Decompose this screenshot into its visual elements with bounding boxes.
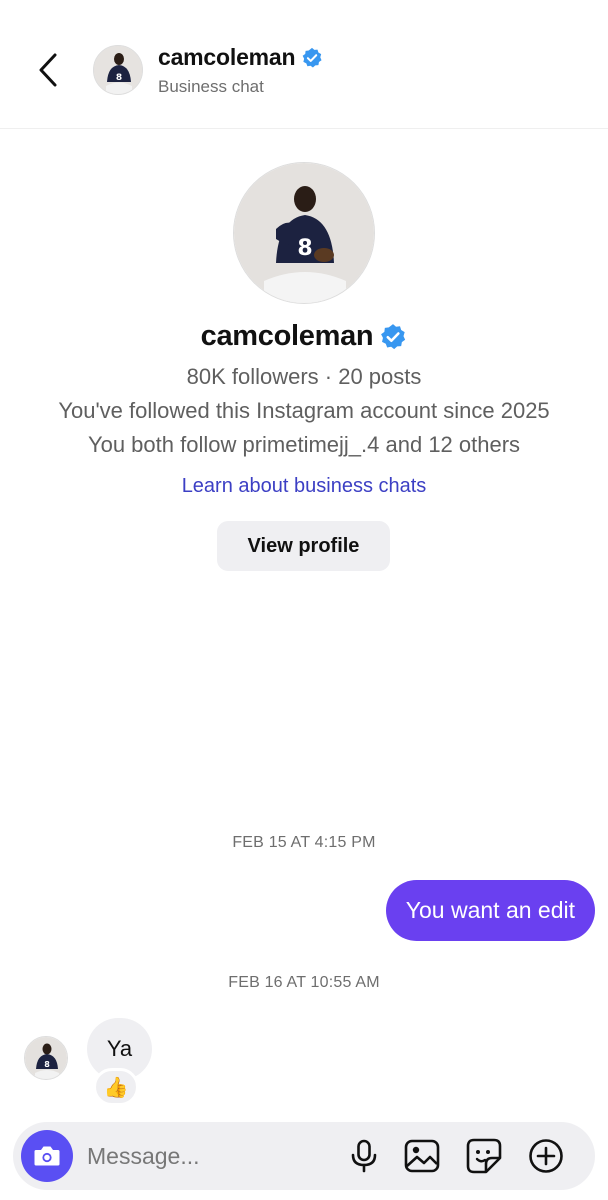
image-icon — [404, 1139, 440, 1173]
microphone-icon — [351, 1139, 377, 1173]
header-username[interactable]: camcoleman — [158, 44, 296, 71]
profile-follow-since: You've followed this Instagram account s… — [58, 398, 550, 423]
message-input[interactable] — [87, 1136, 337, 1176]
header-avatar[interactable]: 8 — [93, 45, 143, 95]
more-options-button[interactable] — [527, 1137, 565, 1175]
microphone-button[interactable] — [345, 1137, 383, 1175]
message-timestamp: FEB 15 AT 4:15 PM — [232, 834, 376, 851]
verified-badge-icon — [303, 47, 322, 68]
sticker-button[interactable] — [465, 1137, 503, 1175]
thumbs-up-reaction[interactable]: 👍 — [93, 1068, 139, 1106]
plus-circle-icon — [529, 1139, 563, 1173]
profile-mutuals: You both follow primetimejj_.4 and 12 ot… — [87, 432, 521, 457]
back-button[interactable] — [28, 48, 68, 92]
learn-business-chats-link[interactable]: Learn about business chats — [0, 475, 608, 498]
profile-stats: 80K followers · 20 posts — [186, 364, 422, 389]
view-profile-button[interactable]: View profile — [217, 521, 390, 571]
gallery-button[interactable] — [403, 1137, 441, 1175]
camera-button[interactable] — [21, 1130, 73, 1182]
sent-message-bubble[interactable]: You want an edit — [385, 880, 595, 941]
header-subtitle: Business chat — [158, 77, 264, 96]
profile-avatar[interactable]: 8 — [233, 162, 375, 304]
sender-avatar-jersey-number: 8 — [44, 1060, 50, 1069]
profile-username: camcoleman — [200, 320, 374, 352]
message-timestamp: FEB 16 AT 10:55 AM — [228, 974, 380, 991]
profile-jersey-number: 8 — [297, 236, 312, 261]
chat-header: 8 camcoleman Business chat — [0, 0, 608, 129]
sender-avatar[interactable]: 8 — [24, 1036, 68, 1080]
chevron-left-icon — [39, 53, 57, 87]
camera-icon — [34, 1146, 60, 1166]
message-composer — [13, 1122, 595, 1190]
verified-badge-icon — [381, 323, 406, 349]
avatar-jersey-number: 8 — [116, 73, 122, 83]
sticker-icon — [466, 1138, 502, 1174]
